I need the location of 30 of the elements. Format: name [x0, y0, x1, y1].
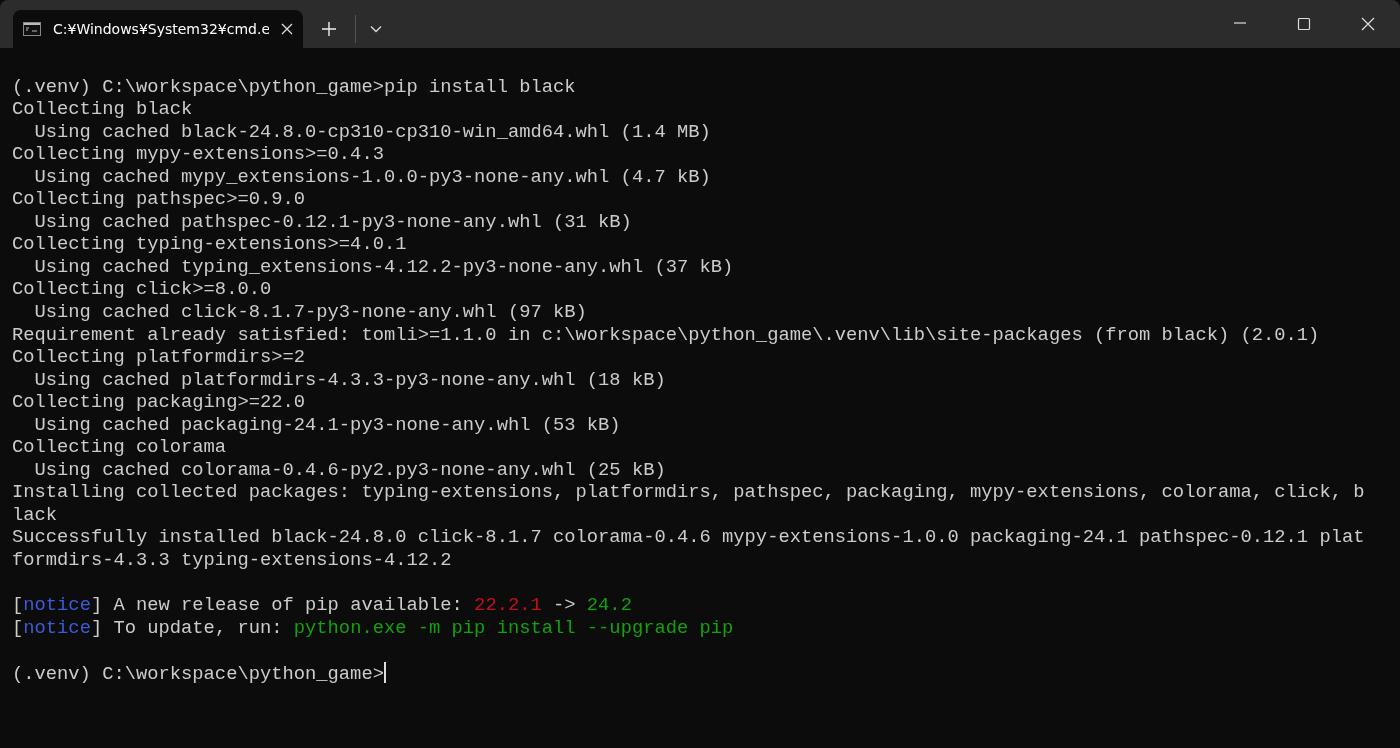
terminal-line: Using cached typing_extensions-4.12.2-py3-none-any.whl (37 kB) [33, 255, 735, 279]
terminal-line: [notice] To update, run: python.exe -m pip install --upgrade pip [12, 616, 735, 640]
terminal-line: formdirs-4.3.3 typing-extensions-4.12.2 [12, 549, 453, 572]
terminal-line: Using cached platformdirs-4.3.3-py3-none-any.whl (18 kB) [33, 368, 667, 392]
prompt-text: (.venv) C:\workspace\python_game> [12, 662, 384, 685]
terminal-line: Requirement already satisfied: tomli>=1.1.0 in c:\workspace\python_game\.venv\lib\site-packages (from black) (2.0.1) [12, 323, 1321, 347]
terminal-line: Collecting pathspec>=0.9.0 [12, 188, 307, 211]
terminal-line: Using cached colorama-0.4.6-py2.py3-none-any.whl (25 kB) [33, 458, 667, 482]
terminal-line: Using cached black-24.8.0-cp310-cp310-win_amd64.whl (1.4 MB) [33, 120, 712, 144]
close-icon[interactable] [281, 23, 293, 35]
terminal-line: Collecting black [12, 98, 194, 121]
terminal-line: Using cached pathspec-0.12.1-py3-none-any.whl (31 kB) [33, 210, 633, 234]
terminal-line: Using cached click-8.1.7-py3-none-any.whl (97 kB) [33, 301, 588, 324]
terminal-icon [23, 22, 41, 36]
terminal-line: (.venv) C:\workspace\python_game>pip install black [12, 75, 577, 99]
terminal-line: Collecting typing-extensions>=4.0.1 [12, 233, 408, 256]
terminal-line: Using cached packaging-24.1-py3-none-any.whl (53 kB) [33, 413, 622, 437]
terminal-line: Collecting click>=8.0.0 [12, 278, 273, 301]
terminal-line: Collecting platformdirs>=2 [12, 346, 307, 369]
terminal-line: Using cached mypy_extensions-1.0.0-py3-none-any.whl (4.7 kB) [33, 165, 712, 189]
terminal-line: Successfully installed black-24.8.0 click-8.1.7 colorama-0.4.6 mypy-extensions-1.0.0 packaging-24.1 pathspec-0.12.1 plat [12, 526, 1366, 550]
maximize-icon[interactable] [1297, 17, 1311, 31]
close-icon[interactable] [1361, 17, 1375, 31]
terminal-line: Installing collected packages: typing-extensions, platformdirs, pathspec, packaging, mypy-extensions, colorama, click, b [12, 481, 1366, 504]
terminal-line: Collecting packaging>=22.0 [12, 391, 307, 414]
terminal-line: Collecting mypy-extensions>=0.4.3 [12, 143, 385, 166]
tab[interactable]: C:¥Windows¥System32¥cmd.e [13, 10, 303, 48]
terminal-line: [notice] A new release of pip available: 22.2.1 -> 24.2 [12, 594, 633, 617]
terminal-line: lack [12, 503, 59, 527]
terminal-line: Collecting colorama [12, 436, 228, 459]
